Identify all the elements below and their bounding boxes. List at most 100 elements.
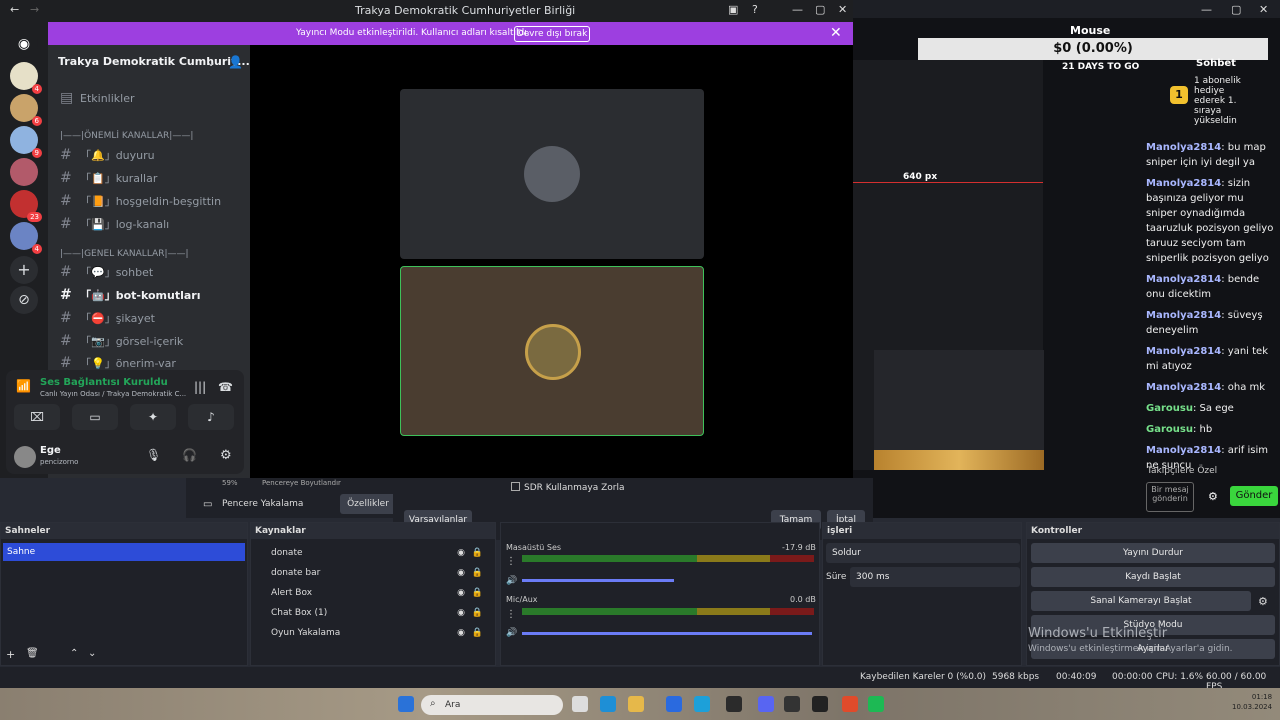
add-icon[interactable]: +: [6, 648, 15, 661]
eye-icon[interactable]: ◉: [457, 543, 465, 563]
close-icon[interactable]: ✕: [1259, 3, 1268, 16]
avatar[interactable]: [14, 446, 36, 468]
username[interactable]: Ege: [40, 445, 61, 456]
channel-hosgeldin[interactable]: # 「📙」hoşgeldin-beşgittin: [60, 191, 221, 211]
app-icon[interactable]: [666, 696, 682, 712]
maximize-icon[interactable]: ▢: [815, 3, 825, 16]
headphones-icon[interactable]: 🎧: [182, 448, 197, 462]
virtual-camera-button[interactable]: Sanal Kamerayı Başlat: [1031, 591, 1251, 611]
chat-username[interactable]: Manolya2814: [1146, 142, 1221, 153]
minimize-icon[interactable]: —: [1201, 3, 1212, 16]
chevron-down-icon[interactable]: ⌄: [206, 55, 216, 69]
chat-username[interactable]: Manolya2814: [1146, 310, 1221, 321]
properties-button[interactable]: Özellikler: [340, 494, 396, 514]
gear-icon[interactable]: ⚙: [1208, 490, 1218, 503]
voice-status[interactable]: Ses Bağlantısı Kuruldu: [40, 377, 168, 388]
channel-bot-komutlari[interactable]: # 「🤖」bot-komutları: [60, 285, 200, 305]
chat-username[interactable]: Garousu: [1146, 424, 1193, 435]
soundboard-icon[interactable]: ♪: [188, 404, 234, 430]
inbox-icon[interactable]: ▣: [728, 3, 738, 16]
channel-sikayet[interactable]: # 「⛔」şikayet: [60, 308, 155, 328]
server-icon[interactable]: 23: [10, 190, 42, 222]
events-item[interactable]: ▤ Etkinlikler: [60, 88, 135, 108]
category-general[interactable]: |——|GENEL KANALLAR|——|: [60, 249, 189, 259]
chat-username[interactable]: Manolya2814: [1146, 274, 1221, 285]
windows-start-icon[interactable]: [398, 696, 414, 712]
channel-log[interactable]: # 「💾」log-kanalı: [60, 214, 169, 234]
source-item[interactable]: Chat Box (1) ◉ 🔒: [251, 603, 495, 623]
server-icon[interactable]: 9: [10, 126, 42, 158]
volume-icon[interactable]: 🔊: [506, 628, 517, 638]
soundboard-icon[interactable]: |||: [194, 380, 206, 394]
chat-username[interactable]: Manolya2814: [1146, 382, 1221, 393]
lock-icon[interactable]: 🔒: [472, 563, 483, 583]
discord-icon[interactable]: [758, 696, 774, 712]
source-item[interactable]: Oyun Yakalama ◉ 🔒: [251, 623, 495, 643]
gear-icon[interactable]: ⚙: [1258, 595, 1268, 608]
guild-name[interactable]: Trakya Demokratik Cumhuriy...: [58, 55, 250, 68]
duration-input[interactable]: 300 ms: [850, 567, 1020, 587]
taskbar-clock[interactable]: 01:18 10.03.2024: [1232, 692, 1272, 712]
explore-icon[interactable]: ⊘: [10, 286, 38, 314]
chat-username[interactable]: Garousu: [1146, 403, 1193, 414]
activities-icon[interactable]: ✦: [130, 404, 176, 430]
lock-icon[interactable]: 🔒: [472, 603, 483, 623]
microphone-icon[interactable]: 🎙: [146, 448, 161, 462]
sdr-checkbox[interactable]: SDR Kullanmaya Zorla: [511, 482, 625, 493]
eye-icon[interactable]: ◉: [457, 563, 465, 583]
app-icon[interactable]: [784, 696, 800, 712]
trash-icon[interactable]: 🗑: [26, 648, 39, 659]
send-button[interactable]: Gönder: [1230, 486, 1278, 506]
chevron-down-icon[interactable]: ⌄: [88, 648, 96, 659]
brave-icon[interactable]: [842, 696, 858, 712]
chat-username[interactable]: Manolya2814: [1146, 346, 1221, 357]
app-icon[interactable]: [726, 696, 742, 712]
chat-username[interactable]: Manolya2814: [1146, 178, 1221, 189]
forward-icon[interactable]: →: [30, 3, 39, 16]
server-icon[interactable]: [10, 158, 38, 186]
channel-gorsel[interactable]: # 「📷」görsel-içerik: [60, 331, 183, 351]
eye-icon[interactable]: ◉: [457, 623, 465, 643]
edge-icon[interactable]: [694, 696, 710, 712]
minimize-icon[interactable]: —: [792, 3, 803, 16]
chat-username[interactable]: Manolya2814: [1146, 445, 1221, 456]
server-icon[interactable]: 6: [10, 94, 42, 126]
help-icon[interactable]: ?: [752, 3, 758, 16]
mic-slider[interactable]: [522, 632, 812, 635]
server-icon[interactable]: 4: [10, 62, 42, 94]
stop-stream-button[interactable]: Yayını Durdur: [1031, 543, 1275, 563]
task-view-icon[interactable]: [572, 696, 588, 712]
transition-select[interactable]: Soldur: [826, 543, 1020, 563]
message-input[interactable]: Bir mesaj gönderin: [1146, 482, 1194, 512]
scene-item[interactable]: Sahne: [3, 543, 245, 561]
volume-icon[interactable]: 🔊: [506, 576, 517, 586]
spotify-icon[interactable]: [868, 696, 884, 712]
lock-icon[interactable]: 🔒: [472, 583, 483, 603]
screen-share-icon[interactable]: ▭: [72, 404, 118, 430]
channel-kurallar[interactable]: # 「📋」kurallar: [60, 168, 157, 188]
eye-icon[interactable]: ◉: [457, 583, 465, 603]
add-server-icon[interactable]: +: [10, 256, 38, 284]
lock-icon[interactable]: 🔒: [472, 623, 483, 643]
maximize-icon[interactable]: ▢: [1231, 3, 1241, 16]
channel-sohbet[interactable]: # 「💬」sohbet: [60, 262, 153, 282]
obs-icon[interactable]: [812, 696, 828, 712]
participant-tile[interactable]: [400, 89, 704, 259]
discord-home-icon[interactable]: ◉: [10, 30, 38, 58]
lock-icon[interactable]: 🔒: [472, 543, 483, 563]
start-recording-button[interactable]: Kaydı Başlat: [1031, 567, 1275, 587]
desktop-audio-slider[interactable]: [522, 579, 674, 582]
resize-label[interactable]: Pencereye Boyutlandır: [262, 479, 341, 487]
chevron-up-icon[interactable]: ⌃: [70, 648, 78, 659]
file-explorer-icon[interactable]: [628, 696, 644, 712]
source-item[interactable]: donate bar ◉ 🔒: [251, 563, 495, 583]
channel-duyuru[interactable]: # 「🔔」duyuru: [60, 145, 155, 165]
menu-icon[interactable]: ⋮: [506, 609, 516, 620]
category-important[interactable]: |——|ÖNEMLİ KANALLAR|——|: [60, 131, 193, 141]
back-icon[interactable]: ←: [10, 3, 19, 16]
source-item[interactable]: donate ◉ 🔒: [251, 543, 495, 563]
server-icon[interactable]: 4: [10, 222, 42, 254]
disconnect-icon[interactable]: ☎: [218, 380, 233, 394]
menu-icon[interactable]: ⋮: [506, 556, 516, 567]
close-icon[interactable]: ✕: [830, 25, 842, 41]
